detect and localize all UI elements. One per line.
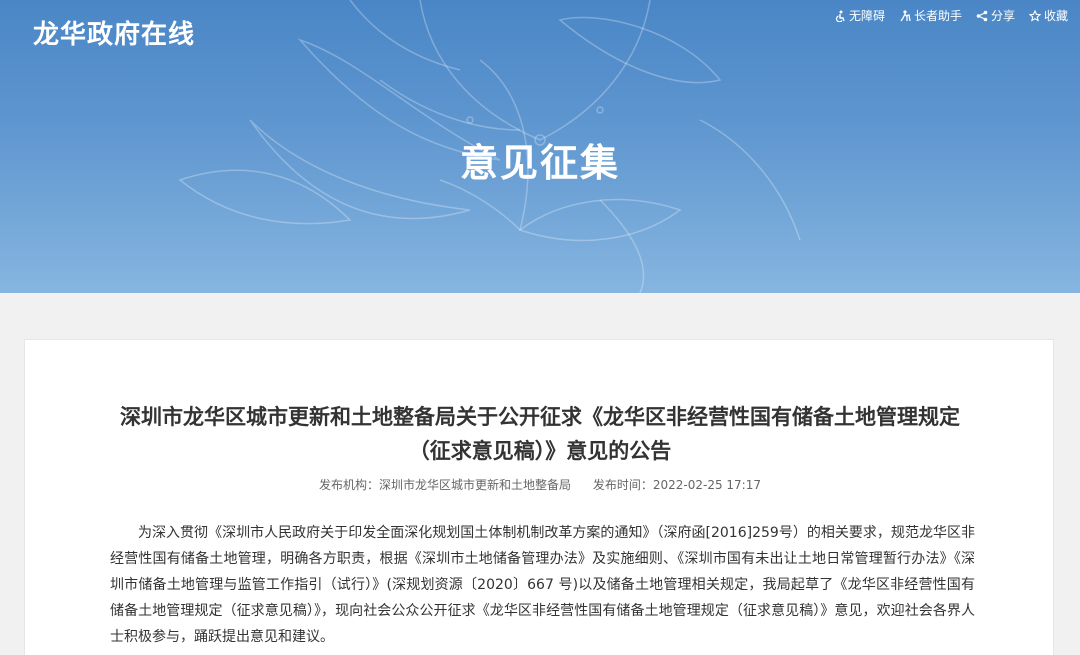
publish-time-info: 发布时间：2022-02-25 17:17 (593, 478, 761, 492)
article-body: 为深入贯彻《深圳市人民政府关于印发全面深化规划国土体制机制改革方案的通知》（深府… (110, 525, 975, 645)
elder-assist-icon (900, 9, 911, 21)
publisher-label: 发布机构： (318, 478, 379, 492)
accessibility-label: 无障碍 (848, 9, 885, 23)
banner: 龙华政府在线 无障碍 长者助手 分享 收藏 意见征集 (0, 0, 1080, 293)
elder-assist-button[interactable]: 长者助手 (899, 7, 962, 24)
publisher-info: 发布机构：深圳市龙华区城市更新和土地整备局 (319, 478, 571, 492)
time-label: 发布时间： (592, 478, 653, 492)
article-title: 深圳市龙华区城市更新和土地整备局关于公开征求《龙华区非经营性国有储备土地管理规定… (120, 405, 960, 463)
publisher-value: 深圳市龙华区城市更新和土地整备局 (379, 478, 572, 492)
header-toolbar: 无障碍 长者助手 分享 收藏 (834, 7, 1068, 24)
accessibility-icon (835, 10, 845, 22)
share-button[interactable]: 分享 (976, 7, 1015, 24)
share-label: 分享 (990, 9, 1015, 23)
page-heading: 意见征集 (459, 141, 620, 185)
share-icon (976, 10, 988, 21)
article-card: 深圳市龙华区城市更新和土地整备局关于公开征求《龙华区非经营性国有储备土地管理规定… (24, 339, 1054, 655)
accessibility-button[interactable]: 无障碍 (834, 7, 885, 24)
article-meta: 发布机构：深圳市龙华区城市更新和土地整备局 发布时间：2022-02-25 17… (25, 476, 1055, 493)
site-title[interactable]: 龙华政府在线 (33, 14, 195, 51)
favorite-button[interactable]: 收藏 (1028, 7, 1068, 24)
time-value: 2022-02-25 17:17 (652, 478, 761, 492)
elder-assist-label: 长者助手 (913, 9, 962, 23)
star-icon (1028, 9, 1041, 22)
favorite-label: 收藏 (1043, 9, 1068, 23)
